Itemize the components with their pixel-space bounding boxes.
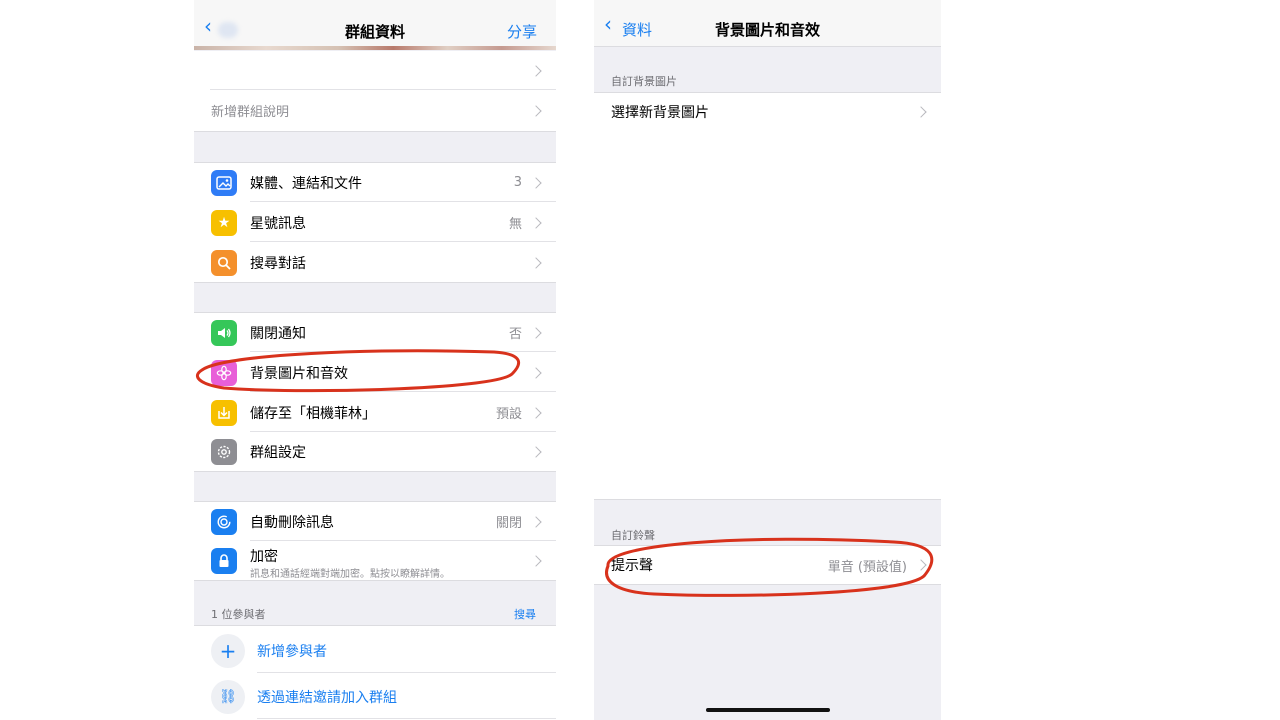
invite-via-link-row[interactable]: ⛓ 透過連結邀請加入群組 [194, 674, 556, 719]
add-participants-row[interactable]: + 新增參與者 [194, 628, 556, 673]
invite-via-link-label: 透過連結邀請加入群組 [257, 689, 397, 706]
nav-bar: ‹ 群組資料 分享 [194, 0, 556, 50]
group-name-row[interactable] [194, 51, 556, 90]
chevron-right-icon [530, 445, 542, 458]
save-to-camera-roll-label: 儲存至「相機菲林」 [250, 405, 376, 422]
timer-icon [211, 508, 237, 535]
starred-messages-row[interactable]: ★ 星號訊息 無 [194, 203, 556, 242]
choose-new-wallpaper-row[interactable]: 選擇新背景圖片 [594, 93, 941, 131]
media-count: 3 [513, 175, 522, 190]
star-icon: ★ [211, 209, 237, 236]
chevron-right-icon [530, 104, 542, 117]
encryption-row[interactable]: 加密 訊息和通話經端對端加密。點按以瞭解詳情。 [194, 542, 556, 580]
flower-icon [211, 359, 237, 386]
chevron-right-icon [530, 326, 542, 339]
alert-tone-label: 提示聲 [611, 558, 653, 574]
encryption-description: 訊息和通話經端對端加密。點按以瞭解詳情。 [250, 569, 450, 580]
chevron-right-icon [530, 176, 542, 189]
group-info-screen: ‹ 群組資料 分享 新增群組說明 媒體、連結和文件 3 ★ 星號訊息 無 搜尋對… [194, 0, 556, 720]
plus-icon: + [211, 633, 245, 668]
custom-wallpaper-header: 自訂背景圖片 [611, 75, 677, 88]
wallpaper-sound-screen: ‹ 資料 背景圖片和音效 自訂背景圖片 選擇新背景圖片 自訂鈴聲 提示聲 單音 … [594, 0, 941, 720]
wallpaper-sound-row[interactable]: 背景圖片和音效 [194, 353, 556, 392]
participants-section: + 新增參與者 ⛓ 透過連結邀請加入群組 [194, 625, 556, 720]
gear-icon [211, 438, 237, 465]
mute-value: 否 [508, 327, 522, 342]
chevron-right-icon [530, 64, 542, 77]
photo-icon [211, 169, 237, 196]
disappearing-messages-label: 自動刪除訊息 [250, 514, 334, 531]
group-settings-label: 群組設定 [250, 444, 306, 461]
link-icon: ⛓ [211, 679, 245, 714]
wallpaper-preview-area [594, 131, 941, 500]
media-links-docs-label: 媒體、連結和文件 [250, 175, 362, 192]
chevron-right-icon [530, 366, 542, 379]
save-icon [211, 399, 237, 426]
wallpaper-section: 選擇新背景圖片 [594, 92, 941, 132]
alert-tone-value: 單音 (預設值) [827, 559, 907, 575]
media-links-docs-row[interactable]: 媒體、連結和文件 3 [194, 163, 556, 202]
custom-tone-header: 自訂鈴聲 [611, 529, 655, 542]
search-participants-link[interactable]: 搜尋 [514, 606, 536, 622]
chevron-right-icon [530, 216, 542, 229]
media-section: 媒體、連結和文件 3 ★ 星號訊息 無 搜尋對話 [194, 162, 556, 283]
disappearing-messages-value: 關閉 [495, 516, 522, 531]
search-chat-row[interactable]: 搜尋對話 [194, 243, 556, 282]
chevron-right-icon [530, 256, 542, 269]
home-indicator [706, 708, 830, 712]
nav-bar: ‹ 資料 背景圖片和音效 [594, 0, 941, 47]
starred-count: 無 [508, 217, 522, 232]
alert-tone-row[interactable]: 提示聲 單音 (預設值) [594, 546, 941, 584]
sound-section: 提示聲 單音 (預設值) [594, 545, 941, 585]
page-title: 背景圖片和音效 [714, 21, 820, 39]
chevron-right-icon [530, 555, 542, 567]
lock-icon [211, 548, 237, 574]
chevron-right-icon [530, 515, 542, 528]
group-photo-strip [194, 46, 556, 50]
mute-label: 關閉通知 [250, 325, 306, 342]
mute-row[interactable]: 關閉通知 否 [194, 313, 556, 352]
add-participants-label: 新增參與者 [257, 643, 327, 660]
search-chat-label: 搜尋對話 [250, 255, 306, 272]
privacy-section: 自動刪除訊息 關閉 加密 訊息和通話經端對端加密。點按以瞭解詳情。 [194, 501, 556, 581]
speaker-icon [211, 319, 237, 346]
settings-section: 關閉通知 否 背景圖片和音效 儲存至「相機菲林」 預設 群組設定 [194, 312, 556, 472]
group-description-section: 新增群組說明 [194, 51, 556, 132]
page-title: 群組資料 [344, 23, 405, 41]
group-settings-row[interactable]: 群組設定 [194, 432, 556, 471]
search-icon [211, 249, 237, 276]
save-to-camera-roll-value: 預設 [495, 407, 522, 422]
participants-count-header: 1 位參與者 [211, 608, 266, 621]
chevron-right-icon [915, 559, 927, 571]
add-group-description-label: 新增群組說明 [211, 105, 290, 120]
starred-messages-label: 星號訊息 [250, 215, 306, 232]
chevron-right-icon [915, 106, 927, 118]
wallpaper-sound-label: 背景圖片和音效 [250, 365, 348, 382]
chevron-right-icon [530, 406, 542, 419]
share-button[interactable]: 分享 [507, 21, 537, 42]
save-to-camera-roll-row[interactable]: 儲存至「相機菲林」 預設 [194, 393, 556, 432]
disappearing-messages-row[interactable]: 自動刪除訊息 關閉 [194, 502, 556, 541]
choose-new-wallpaper-label: 選擇新背景圖片 [611, 105, 709, 121]
add-group-description-row[interactable]: 新增群組說明 [194, 91, 556, 130]
encryption-label: 加密 [250, 549, 278, 565]
